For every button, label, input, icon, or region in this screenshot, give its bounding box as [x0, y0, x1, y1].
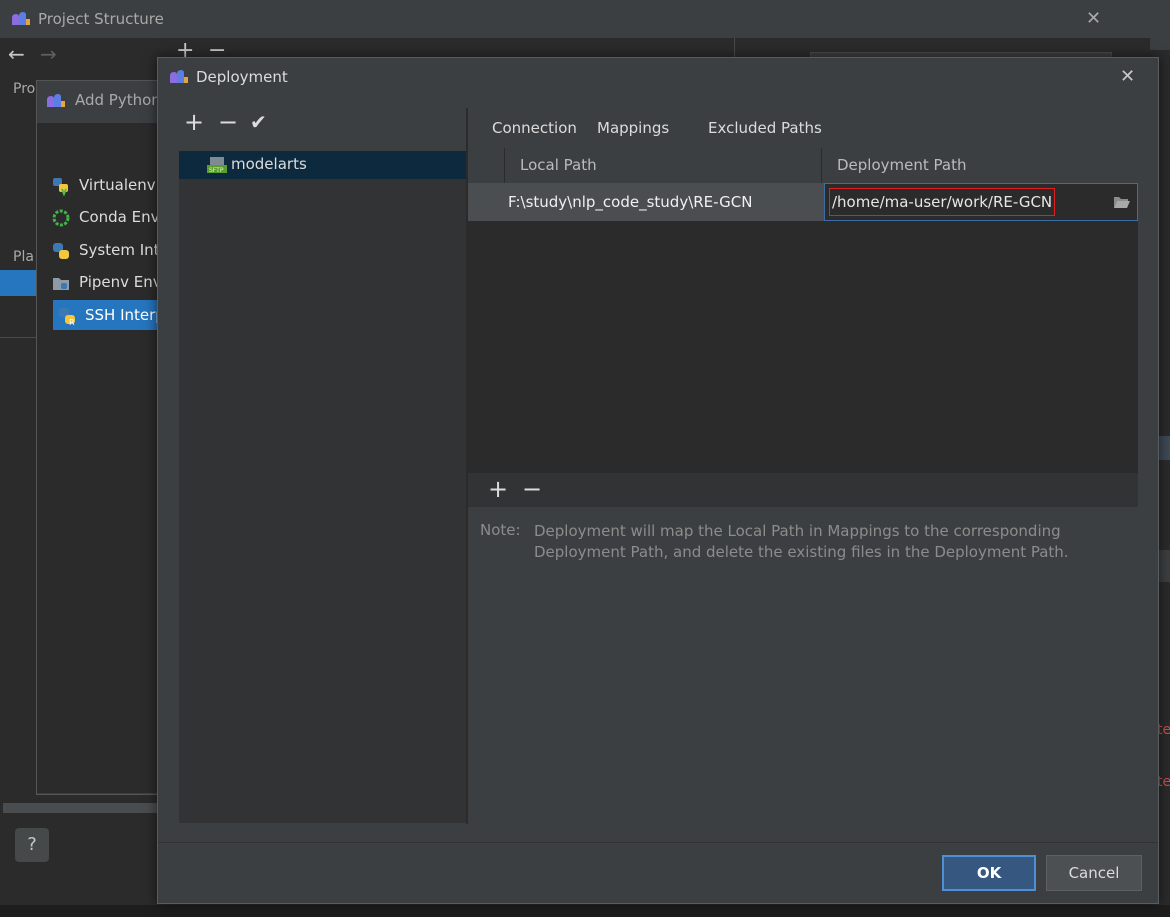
python-remote-icon: R — [57, 306, 77, 327]
list-item-conda[interactable]: Conda Environment — [51, 202, 163, 232]
list-item-system[interactable]: System Interpreter — [51, 235, 163, 265]
python-icon — [51, 241, 71, 261]
app-logo-icon — [45, 93, 67, 113]
table-header: Local Path Deployment Path — [468, 148, 1138, 183]
server-item-modelarts[interactable]: SFTP modelarts — [179, 151, 466, 179]
server-label: modelarts — [231, 155, 307, 173]
tab-bar: Connection Mappings Excluded Paths — [468, 108, 1148, 151]
horizontal-scrollbar[interactable] — [3, 803, 158, 813]
back-arrow-icon[interactable]: ← — [8, 42, 25, 66]
list-item-pipenv[interactable]: Pipenv Environment — [51, 267, 163, 297]
row-gutter-header — [468, 148, 505, 183]
set-default-check-icon[interactable]: ✔ — [250, 110, 267, 134]
right-strip — [1150, 16, 1170, 50]
conda-icon — [51, 208, 71, 228]
list-item-label: Virtualenv Environment — [79, 176, 163, 194]
sidebar-label-project: Pro — [13, 81, 36, 97]
server-list: SFTP modelarts — [179, 151, 466, 823]
sftp-server-icon: SFTP — [207, 156, 227, 174]
svg-text:R: R — [69, 318, 75, 326]
note-label: Note: — [480, 521, 521, 539]
forward-arrow-icon[interactable]: → — [40, 42, 57, 66]
mappings-toolbar: + − — [468, 472, 1138, 507]
pipenv-icon — [51, 273, 71, 293]
remove-server-button[interactable]: − — [218, 108, 238, 136]
deployment-path-cell[interactable]: /home/ma-user/work/RE-GCN — [824, 183, 1138, 221]
add-python-interpreter-window: Add Python Interpreter Virtualenv Enviro… — [36, 80, 247, 795]
list-item-label: SSH Interpreter — [85, 306, 162, 324]
app-logo-icon — [10, 11, 32, 31]
divider — [158, 842, 1158, 843]
window-title: Project Structure — [38, 10, 164, 28]
add-mapping-button[interactable]: + — [488, 475, 508, 503]
remove-mapping-button[interactable]: − — [522, 475, 542, 503]
list-item-label: System Interpreter — [79, 241, 163, 259]
sidebar-selected-item[interactable] — [0, 270, 37, 296]
note-text: Deployment will map the Local Path in Ma… — [534, 522, 1069, 561]
close-icon[interactable]: ✕ — [1086, 8, 1101, 29]
list-item-ssh[interactable]: R SSH Interpreter — [53, 300, 162, 330]
close-icon[interactable]: ✕ — [1120, 66, 1135, 87]
divider — [0, 337, 37, 338]
list-item-virtualenv[interactable]: Virtualenv Environment — [51, 170, 163, 200]
column-header-local-path[interactable]: Local Path — [504, 148, 822, 183]
column-header-deployment-path[interactable]: Deployment Path — [823, 148, 1138, 183]
cancel-button[interactable]: Cancel — [1046, 855, 1142, 891]
list-item-label: Conda Environment — [79, 208, 163, 226]
deployment-dialog: Deployment ✕ + − ✔ SFTP modelarts Connec… — [157, 57, 1159, 904]
table-row[interactable]: F:\study\nlp_code_study\RE-GCN /home/ma-… — [468, 183, 1138, 221]
tab-connection[interactable]: Connection — [476, 118, 593, 148]
browse-folder-icon[interactable] — [1113, 194, 1131, 210]
sidebar-label-platform: Pla — [13, 249, 34, 265]
tab-excluded-paths[interactable]: Excluded Paths — [692, 118, 838, 148]
mappings-table: Local Path Deployment Path F:\study\nlp_… — [468, 148, 1138, 472]
taskbar — [0, 905, 1170, 917]
add-server-button[interactable]: + — [184, 108, 204, 136]
svg-text:SFTP: SFTP — [209, 167, 224, 174]
local-path-cell[interactable]: F:\study\nlp_code_study\RE-GCN — [508, 183, 752, 221]
list-item-label: Pipenv Environment — [79, 273, 163, 291]
project-structure-titlebar — [0, 0, 1170, 38]
help-button[interactable]: ? — [15, 828, 49, 862]
python-virtualenv-icon — [51, 176, 71, 197]
ok-button[interactable]: OK — [942, 855, 1036, 891]
dialog-title: Deployment — [196, 68, 288, 86]
interpreter-type-list: Virtualenv Environment Conda Environment… — [37, 123, 163, 793]
deployment-path-input[interactable]: /home/ma-user/work/RE-GCN — [829, 188, 1055, 216]
tab-mappings[interactable]: Mappings — [581, 118, 686, 151]
app-logo-icon — [168, 69, 190, 89]
